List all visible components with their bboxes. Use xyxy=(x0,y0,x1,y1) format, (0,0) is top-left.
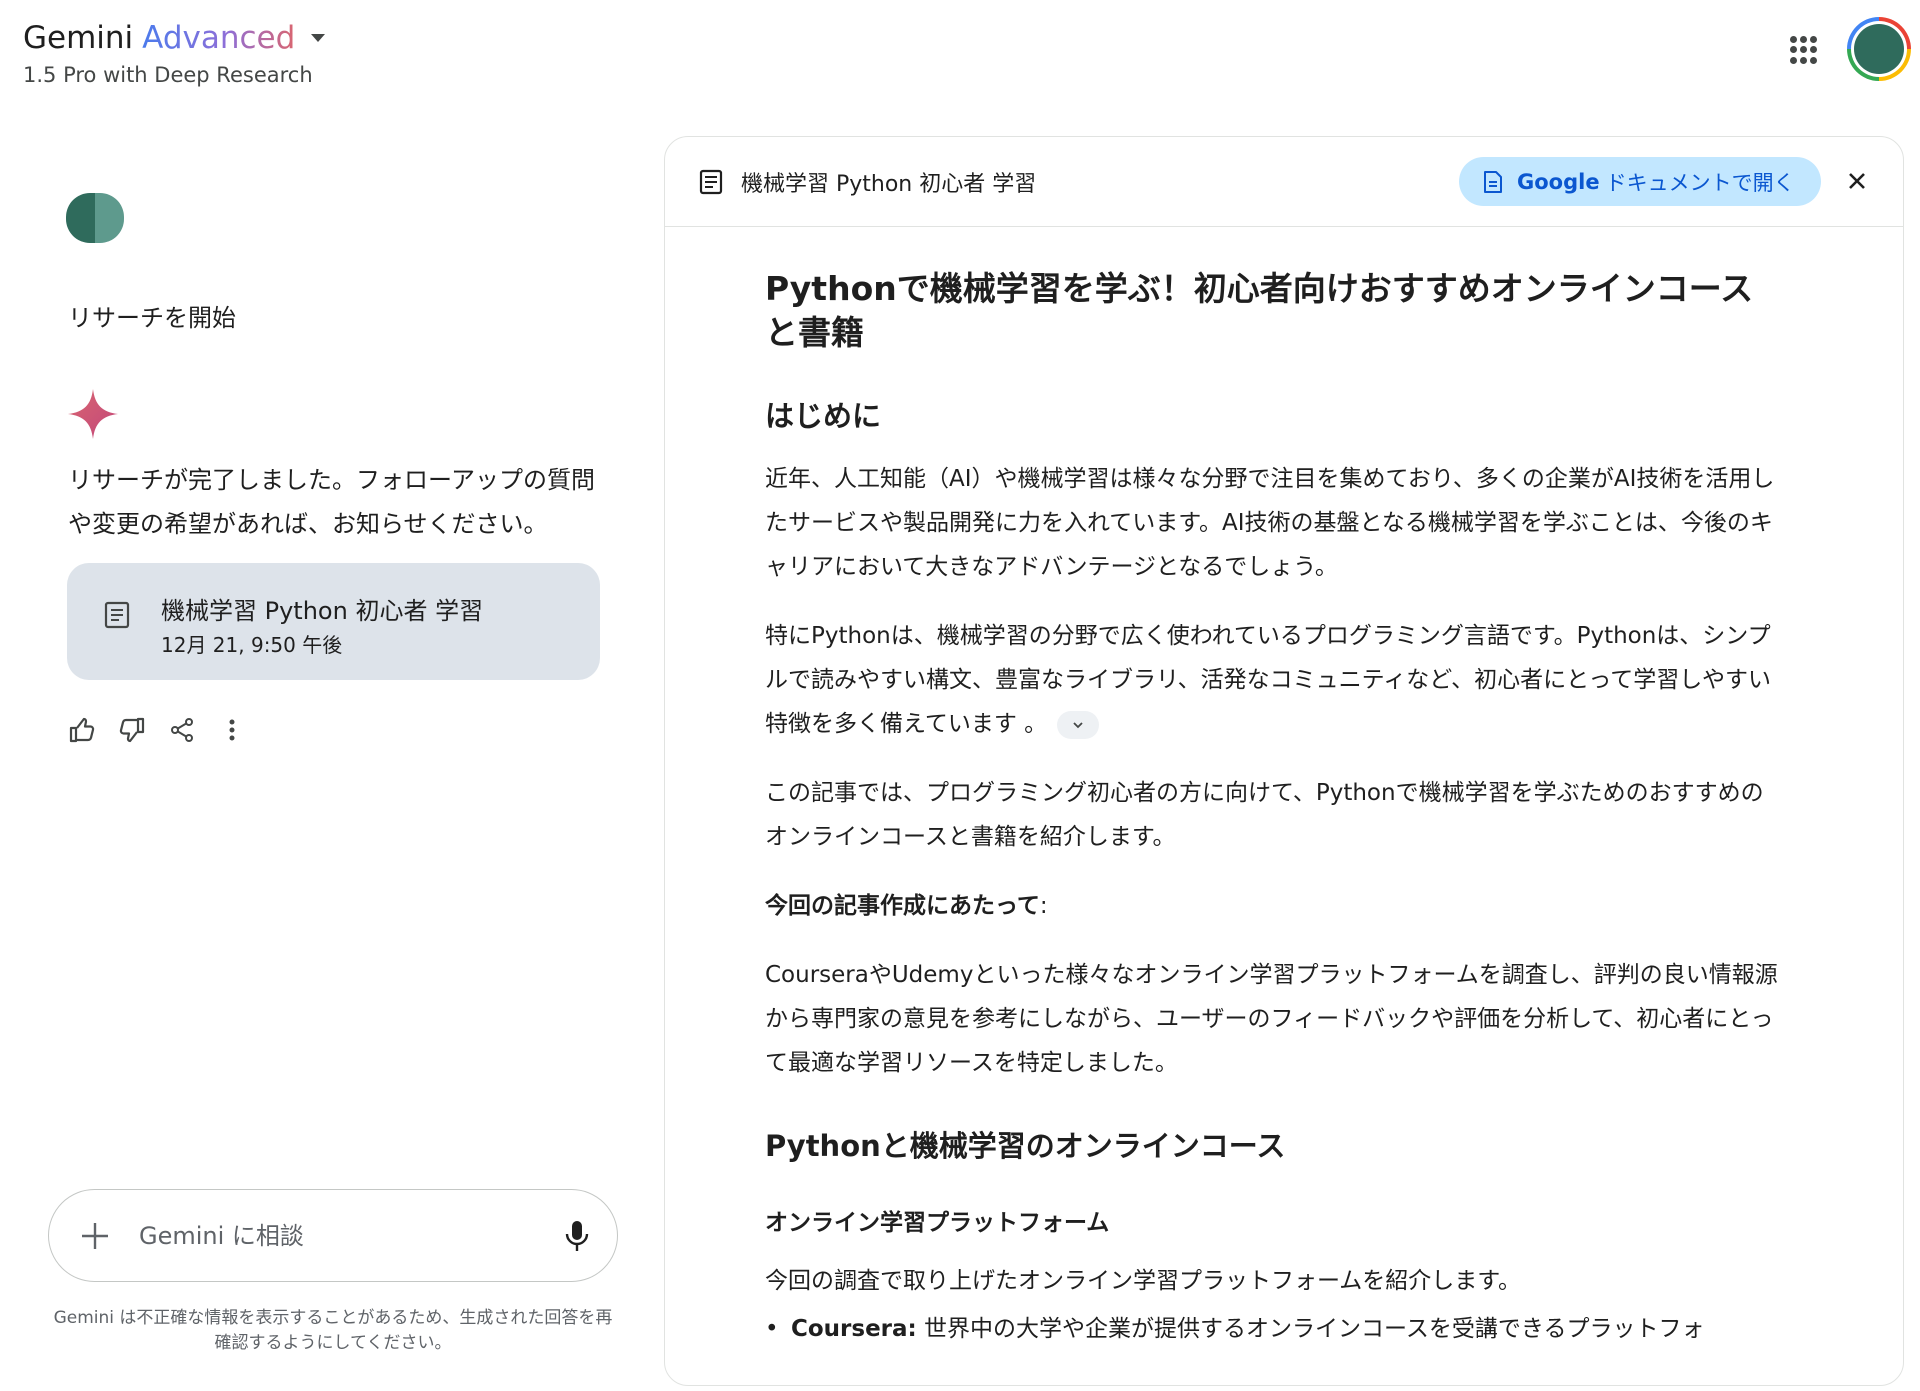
research-doc-card[interactable]: 機械学習 Python 初心者 学習 12月 21, 9:50 午後 xyxy=(67,563,600,680)
list-item: • Coursera: 世界中の大学や企業が提供するオンラインコースを受講できる… xyxy=(765,1316,1705,1342)
assistant-reply: リサーチが完了しました。フォローアップの質問や変更の希望があれば、お知らせくださ… xyxy=(68,466,596,538)
caret-down-icon xyxy=(311,34,326,42)
brand-tier: Advanced xyxy=(142,20,296,56)
research-article: Pythonで機械学習を学ぶ！初心者向けおすすめオンラインコースと書籍 はじめに… xyxy=(765,267,1785,1351)
open-in-google-docs-button[interactable]: Google ドキュメントで開く xyxy=(1459,157,1821,206)
close-icon[interactable] xyxy=(1845,169,1869,193)
document-icon xyxy=(699,169,723,195)
share-icon[interactable] xyxy=(168,716,196,744)
model-switcher[interactable]: Gemini Advanced xyxy=(23,20,326,56)
brand-name: Gemini xyxy=(23,20,134,56)
article-title: Pythonで機械学習を学ぶ！初心者向けおすすめオンラインコースと書籍 xyxy=(765,269,1754,352)
citation-chip[interactable] xyxy=(1057,710,1100,739)
chevron-down-icon xyxy=(1073,721,1083,728)
intro-heading: はじめに xyxy=(765,399,882,433)
paragraph: 近年、人工知能（AI）や機械学習は様々な分野で注目を集めており、多くの企業がAI… xyxy=(765,466,1775,580)
response-actions xyxy=(68,716,246,744)
prompt-input[interactable] xyxy=(139,1214,559,1258)
paragraph: この記事では、プログラミング初心者の方に向けて、Pythonで機械学習を学ぶため… xyxy=(765,780,1764,850)
document-icon xyxy=(104,601,130,629)
paragraph: 今回の調査で取り上げたオンライン学習プラットフォームを紹介します。 xyxy=(765,1268,1522,1294)
open-docs-label: ドキュメントで開く xyxy=(1605,170,1795,195)
paragraph-text: 特にPythonは、機械学習の分野で広く使われているプログラミング言語です。Py… xyxy=(765,623,1772,737)
account-avatar-image xyxy=(1854,24,1904,74)
note-colon: : xyxy=(1039,893,1048,919)
document-panel-header: 機械学習 Python 初心者 学習 Google ドキュメントで開く xyxy=(665,137,1903,227)
document-panel: 機械学習 Python 初心者 学習 Google ドキュメントで開く Pyth… xyxy=(664,136,1904,1386)
microphone-icon[interactable] xyxy=(559,1218,595,1254)
note-line: 今回の記事作成にあたって: xyxy=(765,884,1785,928)
gemini-spark-icon xyxy=(68,389,118,439)
paragraph-with-citation: 特にPythonは、機械学習の分野で広く使われているプログラミング言語です。Py… xyxy=(765,614,1785,746)
prompt-composer xyxy=(48,1189,618,1282)
paragraph: CourseraやUdemyといった様々なオンライン学習プラットフォームを調査し… xyxy=(765,962,1778,1076)
app-header: Gemini Advanced 1.5 Pro with Deep Resear… xyxy=(0,0,1920,110)
disclaimer-text: Gemini は不正確な情報を表示することがあるため、生成された回答を再確認する… xyxy=(53,1308,613,1353)
document-panel-title: 機械学習 Python 初心者 学習 xyxy=(741,172,1037,197)
user-avatar xyxy=(66,193,124,243)
google-docs-icon xyxy=(1484,170,1502,193)
more-vert-icon[interactable] xyxy=(218,716,246,744)
model-label: 1.5 Pro with Deep Research xyxy=(23,63,313,87)
list-item-text: 世界中の大学や企業が提供するオンラインコースを受講できるプラットフォ xyxy=(916,1316,1705,1342)
apps-grid-icon[interactable] xyxy=(1790,36,1818,64)
doc-card-title: 機械学習 Python 初心者 学習 xyxy=(161,597,484,625)
add-icon[interactable] xyxy=(79,1220,111,1252)
user-message: リサーチを開始 xyxy=(68,304,236,332)
account-avatar[interactable] xyxy=(1847,17,1911,81)
doc-card-date: 12月 21, 9:50 午後 xyxy=(161,633,343,657)
open-docs-brand: Google xyxy=(1517,169,1600,194)
section-heading: Pythonと機械学習のオンラインコース xyxy=(765,1129,1286,1163)
note-label: 今回の記事作成にあたって xyxy=(765,893,1040,919)
list-item-label: Coursera: xyxy=(791,1316,917,1342)
thumbs-down-icon[interactable] xyxy=(118,716,146,744)
thumbs-up-icon[interactable] xyxy=(68,716,96,744)
subsection-heading: オンライン学習プラットフォーム xyxy=(765,1210,1110,1236)
